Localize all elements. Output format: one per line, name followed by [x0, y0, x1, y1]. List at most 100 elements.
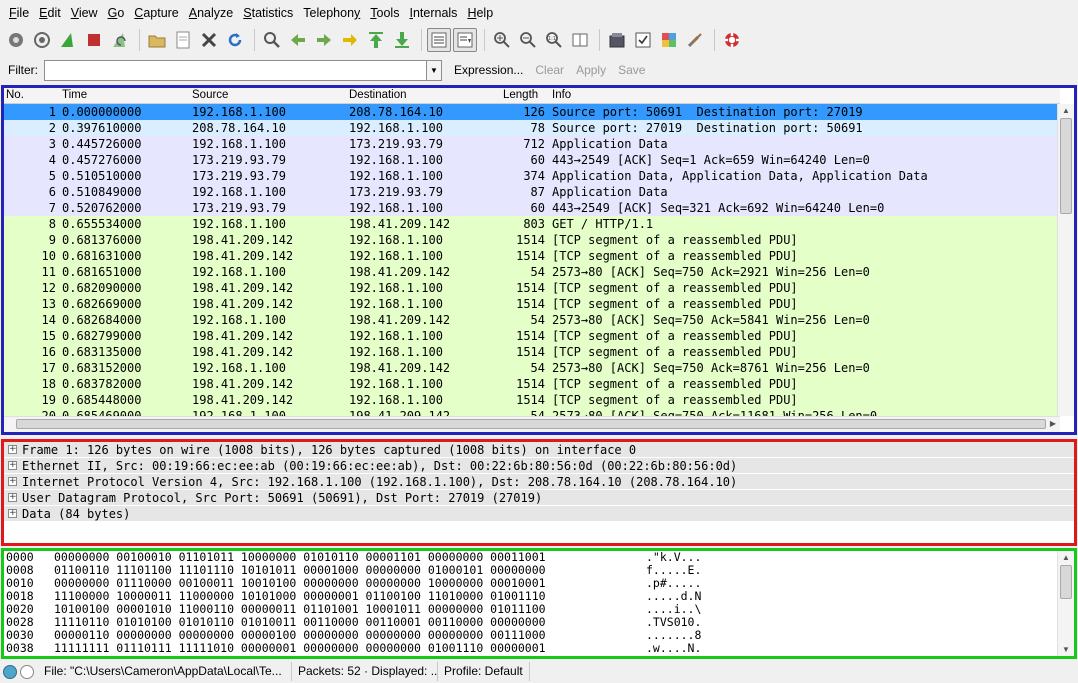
expression-button[interactable]: Expression...	[454, 63, 523, 77]
packet-row[interactable]: 12 0.682090000 198.41.209.142 192.168.1.100…	[4, 280, 1060, 296]
packet-list-vertical-scrollbar[interactable]: ▲	[1057, 104, 1074, 416]
colorize-button[interactable]	[427, 28, 451, 52]
expand-plus-icon[interactable]: +	[8, 493, 17, 502]
menu-item[interactable]: Analyze	[184, 0, 238, 26]
packet-row[interactable]: 9 0.681376000 198.41.209.142 192.168.1.100 1…	[4, 232, 1060, 248]
resize-columns-icon	[572, 33, 588, 47]
packet-row[interactable]: 18 0.683782000 198.41.209.142 192.168.1.100…	[4, 376, 1060, 392]
arrow-left-icon	[291, 34, 305, 46]
capture-comment-icon[interactable]	[20, 664, 34, 679]
find-packet-button[interactable]	[260, 28, 284, 52]
packet-row[interactable]: 11 0.681651000 192.168.1.100 198.41.209.142…	[4, 264, 1060, 280]
menu-item[interactable]: File	[4, 0, 34, 26]
status-profile[interactable]: Profile: Default	[438, 662, 530, 681]
go-back-button[interactable]	[286, 28, 310, 52]
go-forward-button[interactable]	[312, 28, 336, 52]
clear-button[interactable]: Clear	[535, 63, 564, 77]
column-header-destination[interactable]: Destination	[349, 89, 407, 101]
packet-row[interactable]: 5 0.510510000 173.219.93.79 192.168.1.100 37…	[4, 168, 1060, 184]
packet-cell-info: 2573→80 [ACK] Seq=750 Ack=2921 Win=256 L…	[552, 265, 870, 279]
zoom-out-button[interactable]	[516, 28, 540, 52]
close-file-button[interactable]	[197, 28, 221, 52]
detail-tree-item[interactable]: + Ethernet II, Src: 00:19:66:ec:ee:ab (00…	[4, 458, 1074, 474]
scroll-thumb[interactable]	[16, 419, 1046, 429]
menu-item[interactable]: Help	[462, 0, 498, 26]
detail-tree-item[interactable]: + User Datagram Protocol, Src Port: 50691…	[4, 490, 1074, 506]
column-header-source[interactable]: Source	[192, 89, 228, 101]
go-last-button[interactable]	[390, 28, 414, 52]
bytes-row[interactable]: 0038 11111111 01110111 11111010 00000001 …	[4, 642, 1074, 655]
menu-item[interactable]: Tools	[365, 0, 404, 26]
go-to-packet-button[interactable]	[338, 28, 362, 52]
normal-size-button[interactable]: 1:1	[542, 28, 566, 52]
interfaces-button[interactable]	[4, 28, 28, 52]
capture-options-button[interactable]	[30, 28, 54, 52]
scroll-up-icon[interactable]: ▲	[1062, 106, 1070, 115]
packet-cell-info: Application Data	[552, 137, 668, 151]
menu-item[interactable]: Telephony	[298, 0, 365, 26]
preferences-button[interactable]	[683, 28, 707, 52]
stop-capture-button[interactable]	[82, 28, 106, 52]
packet-row[interactable]: 17 0.683152000 192.168.1.100 198.41.209.142…	[4, 360, 1060, 376]
coloring-rules-button[interactable]	[657, 28, 681, 52]
packet-cell-info: Source port: 50691 Destination port: 270…	[552, 105, 863, 119]
start-capture-button[interactable]	[56, 28, 80, 52]
detail-tree-item[interactable]: + Internet Protocol Version 4, Src: 192.1…	[4, 474, 1074, 490]
scroll-thumb[interactable]	[1060, 118, 1072, 214]
open-file-button[interactable]	[145, 28, 169, 52]
packet-row[interactable]: 10 0.681631000 198.41.209.142 192.168.1.100…	[4, 248, 1060, 264]
packet-row[interactable]: 4 0.457276000 173.219.93.79 192.168.1.100 60…	[4, 152, 1060, 168]
packet-row[interactable]: 8 0.655534000 192.168.1.100 198.41.209.142 8…	[4, 216, 1060, 232]
expand-plus-icon[interactable]: +	[8, 477, 17, 486]
packet-list-horizontal-scrollbar[interactable]: ▶	[4, 416, 1060, 432]
filter-input[interactable]	[44, 59, 427, 81]
save-file-button[interactable]	[171, 28, 195, 52]
restart-capture-button[interactable]	[108, 28, 132, 52]
capture-filters-button[interactable]	[605, 28, 629, 52]
menu-item[interactable]: View	[66, 0, 103, 26]
filter-dropdown-button[interactable]: ▼	[427, 59, 442, 81]
menu-item[interactable]: Edit	[34, 0, 66, 26]
detail-tree-item[interactable]: + Data (84 bytes)	[4, 506, 1074, 522]
menu-item[interactable]: Go	[103, 0, 130, 26]
scroll-thumb[interactable]	[1060, 565, 1072, 599]
column-header-no[interactable]: No.	[6, 89, 24, 101]
expand-plus-icon[interactable]: +	[8, 461, 17, 470]
packet-row[interactable]: 7 0.520762000 173.219.93.79 192.168.1.100 60…	[4, 200, 1060, 216]
packet-row[interactable]: 19 0.685448000 198.41.209.142 192.168.1.100…	[4, 392, 1060, 408]
bytes-vertical-scrollbar[interactable]: ▲ ▼	[1057, 551, 1074, 656]
packet-row[interactable]: 2 0.397610000 208.78.164.10 192.168.1.100 78…	[4, 120, 1060, 136]
packet-row[interactable]: 6 0.510849000 192.168.1.100 173.219.93.79 87…	[4, 184, 1060, 200]
menu-item[interactable]: Internals	[404, 0, 462, 26]
expert-info-icon[interactable]	[3, 664, 17, 679]
auto-scroll-button[interactable]	[453, 28, 477, 52]
apply-button[interactable]: Apply	[576, 63, 606, 77]
packet-row[interactable]: 1 0.000000000 192.168.1.100 208.78.164.10 12…	[4, 104, 1060, 120]
packet-row[interactable]: 13 0.682669000 198.41.209.142 192.168.1.100…	[4, 296, 1060, 312]
expand-plus-icon[interactable]: +	[8, 509, 17, 518]
zoom-in-button[interactable]	[490, 28, 514, 52]
scroll-right-icon[interactable]: ▶	[1050, 419, 1056, 428]
packet-row[interactable]: 16 0.683135000 198.41.209.142 192.168.1.100…	[4, 344, 1060, 360]
scroll-down-icon[interactable]: ▼	[1062, 645, 1070, 654]
packet-cell-len: 126	[523, 105, 545, 119]
column-header-length[interactable]: Length	[503, 89, 538, 101]
expand-plus-icon[interactable]: +	[8, 445, 17, 454]
packet-row[interactable]: 14 0.682684000 192.168.1.100 198.41.209.142…	[4, 312, 1060, 328]
help-button[interactable]	[720, 28, 744, 52]
column-header-info[interactable]: Info	[552, 89, 571, 101]
scroll-up-icon[interactable]: ▲	[1062, 553, 1070, 562]
column-header-time[interactable]: Time	[62, 89, 87, 101]
save-button[interactable]: Save	[618, 63, 645, 77]
detail-tree-item[interactable]: + Frame 1: 126 bytes on wire (1008 bits),…	[4, 442, 1074, 458]
reload-button[interactable]	[223, 28, 247, 52]
packet-row[interactable]: 15 0.682799000 198.41.209.142 192.168.1.100…	[4, 328, 1060, 344]
display-filters-button[interactable]	[631, 28, 655, 52]
go-first-button[interactable]	[364, 28, 388, 52]
menu-item[interactable]: Statistics	[238, 0, 298, 26]
menu-item[interactable]: Capture	[129, 0, 183, 26]
packet-row[interactable]: 20 0.685469000 192.168.1.100 198.41.209.142…	[4, 408, 1060, 416]
detail-text: Internet Protocol Version 4, Src: 192.16…	[22, 474, 738, 489]
resize-columns-button[interactable]	[568, 28, 592, 52]
packet-row[interactable]: 3 0.445726000 192.168.1.100 173.219.93.79 71…	[4, 136, 1060, 152]
